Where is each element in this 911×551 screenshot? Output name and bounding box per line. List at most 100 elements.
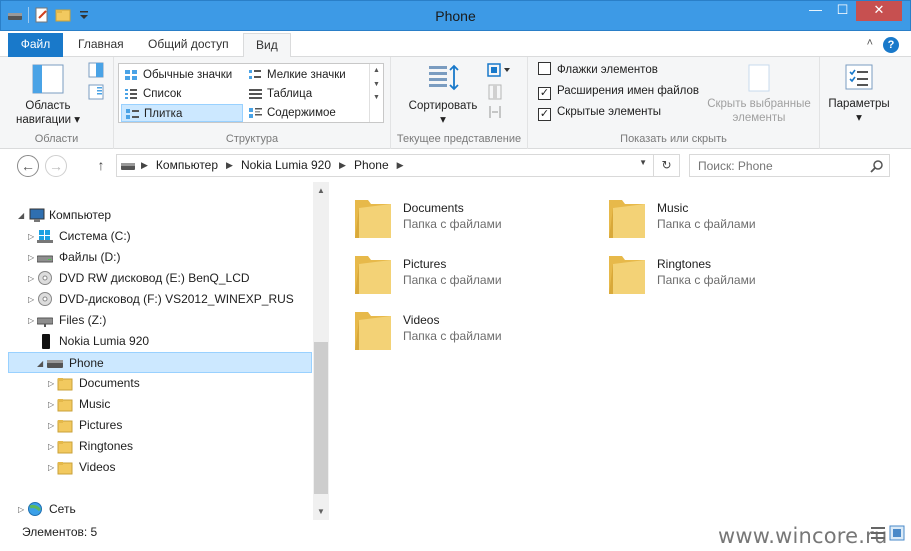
tab-view[interactable]: Вид [243, 33, 291, 58]
search-box[interactable] [689, 154, 890, 177]
collapse-arrow-icon[interactable]: ◢ [18, 205, 28, 226]
gallery-more-arrow[interactable]: ▼ [370, 94, 383, 101]
layout-small-icons[interactable]: Мелкие значки [245, 66, 367, 84]
tree-item-pictures[interactable]: ▷ Pictures [48, 415, 308, 436]
forward-button[interactable]: → [45, 155, 67, 177]
options-icon [845, 64, 873, 90]
collapse-ribbon-button[interactable]: ˄ [867, 37, 873, 53]
search-input[interactable] [690, 155, 860, 176]
breadcrumb: ▶ Компьютер ▶ Nokia Lumia 920 ▶ Phone ▶ [137, 158, 408, 172]
status-bar: Элементов: 5 www.wincore.ru [0, 520, 911, 551]
tree-item-dvd-f[interactable]: ▷ DVD-дисковод (F:) VS2012_WINEXP_RUS [28, 289, 308, 310]
tab-home[interactable]: Главная [66, 33, 136, 57]
details-view-icon[interactable] [870, 525, 886, 544]
details-pane-icon[interactable] [88, 84, 104, 103]
watermark: www.wincore.ru [718, 524, 888, 548]
network-drive-icon [37, 317, 53, 327]
navigation-pane-icon [32, 64, 64, 94]
dvd-icon [38, 292, 52, 306]
breadcrumb-nokia[interactable]: Nokia Lumia 920 [241, 158, 331, 172]
hidden-items-label: Скрытые элементы [557, 106, 662, 118]
tree-item-files-z[interactable]: ▷ Files (Z:) [28, 310, 308, 331]
content-icon [249, 108, 262, 118]
back-button[interactable]: ← [17, 155, 39, 177]
layout-gallery-scroll[interactable]: ▲ ▼ ▼ [369, 64, 383, 122]
hidden-items-toggle[interactable]: ✓ Скрытые элементы [538, 104, 661, 122]
layout-details[interactable]: Таблица [245, 85, 367, 103]
folder-icon [57, 399, 73, 412]
layout-medium-icons[interactable]: Обычные значки [121, 66, 243, 84]
windows-drive-icon [37, 230, 53, 243]
hidden-items-checkbox[interactable]: ✓ [538, 108, 551, 121]
file-extensions-toggle[interactable]: ✓ Расширения имен файлов [538, 83, 699, 101]
folder-icon [57, 441, 73, 454]
title-bar[interactable]: Phone — ☐ ✕ [0, 0, 911, 31]
tile-type: Папка с файлами [403, 329, 502, 343]
layout-list[interactable]: Список [121, 85, 243, 103]
scroll-down-arrow[interactable]: ▼ [313, 507, 329, 516]
minimize-button[interactable]: — [802, 1, 829, 21]
address-bar[interactable]: ▶ Компьютер ▶ Nokia Lumia 920 ▶ Phone ▶ … [116, 154, 680, 177]
chevron-right-icon[interactable]: ▶ [397, 160, 404, 171]
up-button[interactable]: ↑ [90, 155, 112, 177]
tab-share[interactable]: Общий доступ [136, 33, 241, 57]
tree-item-system-c[interactable]: ▷ Система (C:) [28, 226, 308, 247]
collapse-arrow-icon[interactable]: ◢ [37, 353, 47, 374]
folder-icon [57, 462, 73, 475]
group-options: Параметры ▾ [820, 57, 911, 149]
file-extensions-label: Расширения имен файлов [557, 85, 699, 97]
scroll-up-arrow[interactable]: ▲ [313, 186, 329, 195]
hide-selected-button[interactable]: Скрыть выбранные элементы [705, 63, 813, 125]
navigation-scrollbar[interactable]: ▲ ▼ [313, 182, 329, 520]
tree-item-phone[interactable]: ◢ Phone [8, 352, 312, 373]
ribbon-right-controls: ˄ ? [867, 37, 899, 53]
maximize-button[interactable]: ☐ [829, 1, 856, 21]
chevron-right-icon[interactable]: ▶ [141, 160, 148, 171]
options-button[interactable]: Параметры ▾ [824, 63, 894, 125]
scroll-down-arrow[interactable]: ▼ [370, 81, 383, 88]
tile-videos[interactable]: Videos Папка с файлами [330, 294, 570, 350]
tree-item-ringtones[interactable]: ▷ Ringtones [48, 436, 308, 457]
large-icons-view-icon[interactable] [889, 525, 905, 544]
sort-by-button[interactable]: Сортировать ▾ [405, 63, 481, 127]
tile-ringtones[interactable]: Ringtones Папка с файлами [584, 238, 824, 294]
file-extensions-checkbox[interactable]: ✓ [538, 87, 551, 100]
sort-icon [429, 64, 459, 91]
hide-selected-label-2: элементы [732, 112, 786, 124]
tree-item-nokia[interactable]: Nokia Lumia 920 [28, 331, 308, 352]
group-by-icon[interactable] [487, 62, 513, 81]
tree-item-network[interactable]: ▷ Сеть [18, 499, 308, 520]
search-icon[interactable] [870, 159, 884, 176]
help-button[interactable]: ? [883, 37, 899, 53]
scrollbar-thumb[interactable] [314, 342, 328, 494]
options-dropdown-arrow: ▾ [856, 112, 862, 124]
tile-name: Ringtones [657, 257, 712, 271]
tree-item-dvd-rw-e[interactable]: ▷ DVD RW дисковод (E:) BenQ_LCD [28, 268, 308, 289]
tile-pictures[interactable]: Pictures Папка с файлами [330, 238, 570, 294]
layout-content[interactable]: Содержимое [245, 104, 367, 122]
tree-item-documents[interactable]: ▷ Documents [48, 373, 308, 394]
list-icon [125, 89, 137, 99]
tile-documents[interactable]: Documents Папка с файлами [330, 182, 570, 238]
address-history-dropdown[interactable]: ▼ [639, 158, 647, 167]
chevron-right-icon[interactable]: ▶ [339, 160, 346, 171]
navigation-pane-button[interactable]: Область навигации ▾ [10, 63, 86, 127]
breadcrumb-phone[interactable]: Phone [354, 158, 389, 172]
tree-item-music[interactable]: ▷ Music [48, 394, 308, 415]
tree-item-computer[interactable]: ◢ Компьютер [18, 205, 308, 226]
preview-pane-icon[interactable] [88, 62, 104, 81]
scroll-up-arrow[interactable]: ▲ [370, 67, 383, 74]
item-checkboxes-checkbox[interactable] [538, 62, 551, 75]
network-icon [28, 502, 42, 516]
chevron-right-icon[interactable]: ▶ [226, 160, 233, 171]
close-button[interactable]: ✕ [856, 1, 902, 21]
breadcrumb-computer[interactable]: Компьютер [156, 158, 218, 172]
options-label: Параметры [828, 98, 890, 110]
layout-tiles[interactable]: Плитка [121, 104, 243, 122]
tile-music[interactable]: Music Папка с файлами [584, 182, 824, 238]
tab-file[interactable]: Файл [8, 33, 63, 57]
tree-item-files-d[interactable]: ▷ Файлы (D:) [28, 247, 308, 268]
refresh-button[interactable]: ↻ [653, 155, 679, 176]
item-checkboxes-toggle[interactable]: Флажки элементов [538, 62, 658, 80]
tree-item-videos[interactable]: ▷ Videos [48, 457, 308, 478]
